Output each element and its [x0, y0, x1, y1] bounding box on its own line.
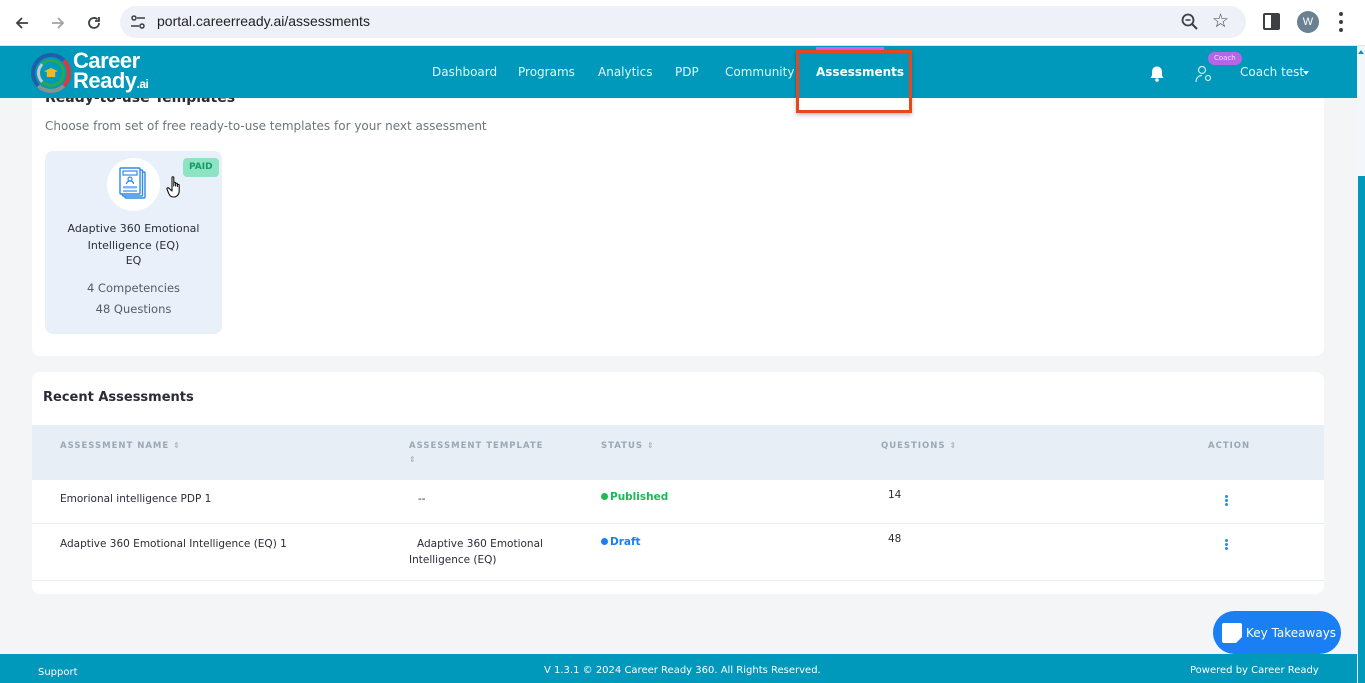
sort-icon[interactable]: ⇕ [173, 441, 181, 450]
support-link[interactable]: Support [38, 667, 78, 678]
user-menu[interactable]: Coach test [1240, 65, 1304, 79]
row-actions-kebab-icon[interactable] [1225, 539, 1229, 550]
col-assessment-name[interactable]: ASSESSMENT NAME ⇕ [60, 439, 181, 453]
nav-dashboard[interactable]: Dashboard [432, 65, 497, 79]
col-label: ASSESSMENT TEMPLATE [409, 441, 544, 451]
assessment-name[interactable]: Emorional intelligence PDP 1 [60, 491, 211, 507]
logo-wordmark: Career Ready.ai [73, 50, 149, 94]
template-line1: Adaptive 360 Emotional [417, 538, 543, 550]
status-label: Published [610, 491, 669, 503]
template-title: Adaptive 360 Emotional Intelligence (EQ) [45, 220, 222, 254]
powered-by-text: Powered by Career Ready [1190, 665, 1319, 676]
template-tile[interactable]: PAID Adaptive 360 Emotional Intelligence… [45, 151, 222, 334]
address-bar[interactable]: portal.careerready.ai/assessments ☆ [120, 6, 1246, 38]
template-questions: 48 Questions [95, 302, 172, 316]
col-label: STATUS [601, 441, 644, 451]
forward-arrow-icon[interactable] [46, 11, 70, 35]
template-competencies: 4 Competencies [86, 281, 181, 295]
more-menu-icon[interactable] [1338, 12, 1344, 32]
template-title-line1: Adaptive 360 Emotional [67, 222, 200, 235]
hand-pointer-cursor-icon [166, 176, 180, 198]
profile-avatar[interactable]: W [1297, 11, 1319, 33]
footer: Support V 1.3.1 © 2024 Career Ready 360.… [0, 654, 1357, 683]
table-row[interactable]: Emorional intelligence PDP 1 -- Publishe… [32, 480, 1324, 524]
scrollbar-thumb[interactable] [1358, 176, 1365, 683]
scroll-up-arrow-icon[interactable] [1358, 50, 1364, 54]
sort-icon[interactable]: ⇕ [409, 455, 417, 464]
sort-icon[interactable]: ⇕ [647, 441, 655, 450]
key-takeaways-button[interactable]: Key Takeaways [1213, 611, 1341, 654]
bookmark-star-icon[interactable]: ☆ [1212, 10, 1229, 32]
document-stack-icon [119, 167, 146, 199]
row-actions-kebab-icon[interactable] [1225, 495, 1229, 506]
assessment-template: -- [418, 493, 426, 505]
col-status[interactable]: STATUS ⇕ [601, 439, 655, 453]
browser-toolbar: portal.careerready.ai/assessments ☆ W [0, 0, 1365, 46]
assessment-name[interactable]: Adaptive 360 Emotional Intelligence (EQ)… [60, 536, 287, 552]
template-code: EQ [125, 254, 142, 267]
col-questions[interactable]: QUESTIONS ⇕ [881, 439, 957, 453]
logo-suffix: .ai [136, 77, 149, 91]
status-dot [601, 493, 608, 500]
sticky-note-icon [1222, 623, 1242, 643]
annotation-highlight-box [796, 50, 912, 113]
col-action: ACTION [1208, 441, 1251, 451]
status-dot [601, 538, 608, 545]
logo-line2: Ready [73, 68, 137, 93]
status-badge: Published [601, 491, 668, 503]
col-label: QUESTIONS [881, 441, 946, 451]
col-assessment-template[interactable]: ASSESSMENT TEMPLATE ⇕ [409, 439, 549, 467]
back-arrow-icon[interactable] [10, 11, 34, 35]
zoom-icon[interactable] [1180, 12, 1200, 32]
template-icon-wrap [107, 158, 160, 211]
careerready-logo[interactable]: Career Ready.ai [31, 50, 157, 94]
nav-community[interactable]: Community [725, 65, 794, 79]
paid-badge: PAID [183, 158, 219, 177]
role-badge: Coach [1208, 52, 1242, 65]
site-settings-icon[interactable] [129, 13, 147, 31]
status-badge: Draft [601, 536, 641, 548]
sort-icon[interactable]: ⇕ [949, 441, 957, 450]
page-scrollbar[interactable] [1357, 46, 1365, 683]
table-header: ASSESSMENT NAME ⇕ ASSESSMENT TEMPLATE ⇕ S… [32, 425, 1324, 480]
key-takeaways-label: Key Takeaways [1246, 626, 1337, 640]
table-row[interactable]: Adaptive 360 Emotional Intelligence (EQ)… [32, 524, 1324, 581]
recent-assessments-title: Recent Assessments [43, 390, 194, 405]
app-header: Career Ready.ai Dashboard Programs Analy… [0, 46, 1357, 98]
chevron-down-icon[interactable] [1303, 71, 1309, 75]
template-title-line2: Intelligence (EQ) [87, 239, 180, 252]
col-label: ASSESSMENT NAME [60, 441, 170, 451]
assessment-template: Adaptive 360 Emotional Intelligence (EQ) [409, 536, 559, 568]
status-label: Draft [610, 536, 641, 548]
reload-icon[interactable] [82, 11, 106, 35]
url-text[interactable]: portal.careerready.ai/assessments [157, 13, 370, 29]
templates-subtitle: Choose from set of free ready-to-use tem… [45, 119, 487, 133]
question-count: 14 [888, 489, 902, 501]
side-panel-icon[interactable] [1263, 13, 1280, 30]
question-count: 48 [888, 533, 902, 545]
template-line2: Intelligence (EQ) [409, 554, 497, 566]
nav-pdp[interactable]: PDP [675, 65, 699, 79]
nav-analytics[interactable]: Analytics [598, 65, 653, 79]
user-settings-icon[interactable] [1195, 65, 1213, 83]
notification-bell-icon[interactable] [1149, 65, 1165, 82]
nav-programs[interactable]: Programs [518, 65, 575, 79]
copyright-text: V 1.3.1 © 2024 Career Ready 360. All Rig… [544, 665, 821, 676]
